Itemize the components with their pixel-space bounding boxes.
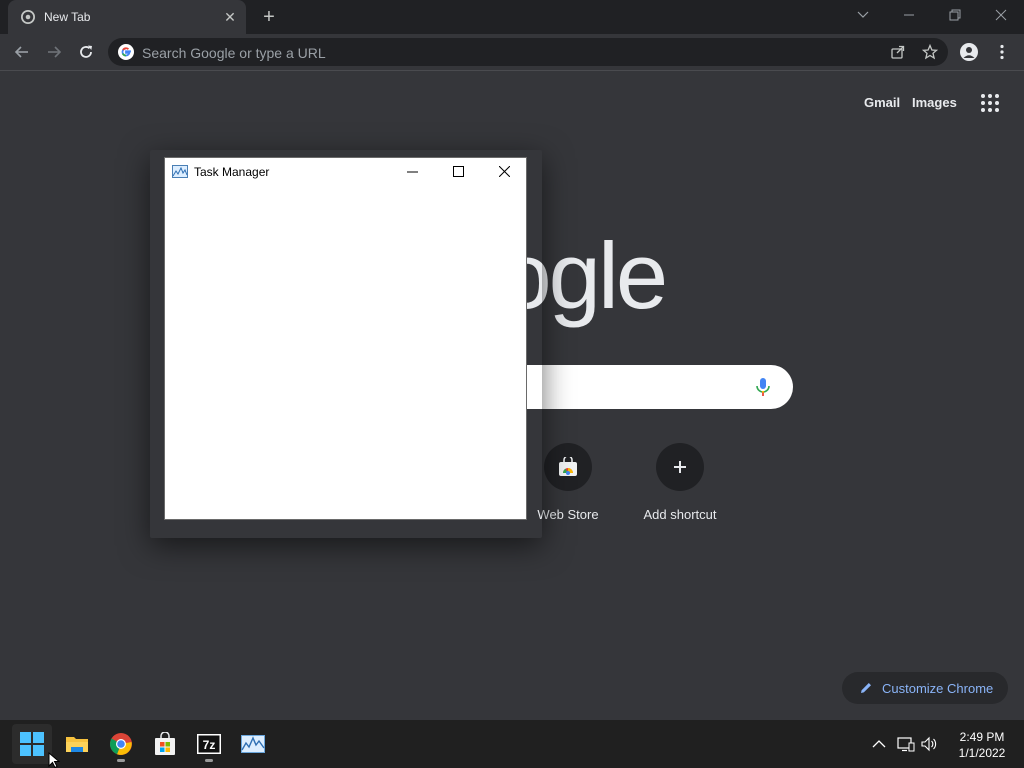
minimize-window-button[interactable]: [886, 0, 932, 30]
forward-button[interactable]: [42, 40, 66, 64]
windows-start-icon: [20, 732, 44, 756]
running-indicator: [205, 759, 213, 762]
tab-new-tab[interactable]: New Tab ✕: [8, 0, 246, 34]
plus-icon: [674, 461, 686, 473]
task-manager-title: Task Manager: [194, 165, 270, 179]
running-indicator: [117, 759, 125, 762]
file-explorer-icon: [66, 737, 88, 752]
voice-search-mic-icon[interactable]: [754, 377, 772, 397]
bookmark-star-icon[interactable]: [922, 44, 938, 60]
shortcut-label: Add shortcut: [643, 507, 717, 522]
taskbar-7zip[interactable]: 7z: [189, 724, 229, 764]
customize-chrome-button[interactable]: Customize Chrome: [842, 672, 1008, 704]
svg-text:7z: 7z: [203, 738, 216, 752]
microsoft-store-icon: [155, 732, 175, 755]
browser-toolbar: Search Google or type a URL: [0, 34, 1024, 71]
google-apps-icon[interactable]: [980, 93, 1000, 113]
back-arrow-icon: [14, 46, 28, 58]
show-hidden-icons-icon[interactable]: [870, 736, 888, 752]
tm-close-button[interactable]: [483, 158, 527, 186]
tm-minimize-button[interactable]: [391, 158, 435, 186]
clock-time: 2:49 PM: [959, 730, 1005, 744]
minimize-icon: [407, 171, 418, 173]
close-icon: [995, 9, 1007, 21]
chrome-menu-icon[interactable]: [993, 43, 1011, 61]
reload-button[interactable]: [74, 40, 98, 64]
task-manager-icon: [172, 165, 188, 178]
shortcut-add[interactable]: Add shortcut: [624, 443, 736, 533]
tab-title: New Tab: [44, 10, 91, 24]
tab-strip: New Tab ✕ +: [0, 0, 1024, 34]
profile-avatar-icon[interactable]: [960, 43, 978, 61]
task-manager-icon: [241, 735, 265, 753]
shortcut-web-store[interactable]: Web Store: [512, 443, 624, 533]
gmail-link[interactable]: Gmail: [864, 95, 900, 110]
restore-window-button[interactable]: [932, 0, 978, 30]
task-manager-window[interactable]: Task Manager: [164, 157, 527, 520]
clock-date: 1/1/2022: [958, 746, 1006, 760]
reload-icon: [80, 45, 92, 58]
shortcut-icon-tile: [544, 443, 592, 491]
new-tab-button[interactable]: +: [258, 7, 280, 29]
volume-icon[interactable]: [921, 736, 939, 752]
mouse-cursor-icon: [48, 752, 60, 768]
taskbar-chrome[interactable]: [101, 724, 141, 764]
taskbar-microsoft-store[interactable]: [145, 724, 185, 764]
taskbar-file-explorer[interactable]: [57, 724, 97, 764]
minimize-icon: [904, 14, 914, 16]
google-g-icon: [118, 44, 134, 60]
chrome-favicon-icon: [21, 10, 35, 24]
taskbar-clock[interactable]: 2:49 PM 1/1/2022: [950, 729, 1014, 761]
chevron-down-icon: [857, 11, 869, 18]
network-icon[interactable]: [897, 736, 915, 752]
share-icon[interactable]: [890, 44, 906, 60]
chrome-icon: [109, 733, 132, 755]
7zip-icon: 7z: [197, 734, 221, 754]
tab-close-icon[interactable]: ✕: [222, 9, 238, 25]
close-window-button[interactable]: [978, 0, 1024, 30]
omnibox[interactable]: Search Google or type a URL: [108, 38, 948, 66]
restore-icon: [949, 9, 961, 21]
omnibox-placeholder: Search Google or type a URL: [142, 45, 326, 61]
pencil-icon: [861, 683, 871, 693]
images-link[interactable]: Images: [912, 95, 957, 110]
forward-arrow-icon: [48, 46, 62, 58]
start-button[interactable]: [12, 724, 52, 764]
shortcut-label: Web Store: [537, 507, 599, 522]
close-icon: [499, 166, 510, 177]
back-button[interactable]: [10, 40, 34, 64]
taskbar-task-manager[interactable]: [233, 724, 273, 764]
tm-maximize-button[interactable]: [437, 158, 481, 186]
shortcut-icon-tile: [656, 443, 704, 491]
maximize-icon: [453, 166, 464, 177]
web-store-icon: [559, 457, 577, 476]
customize-chrome-label: Customize Chrome: [882, 681, 994, 696]
tab-search-button[interactable]: [840, 0, 886, 30]
